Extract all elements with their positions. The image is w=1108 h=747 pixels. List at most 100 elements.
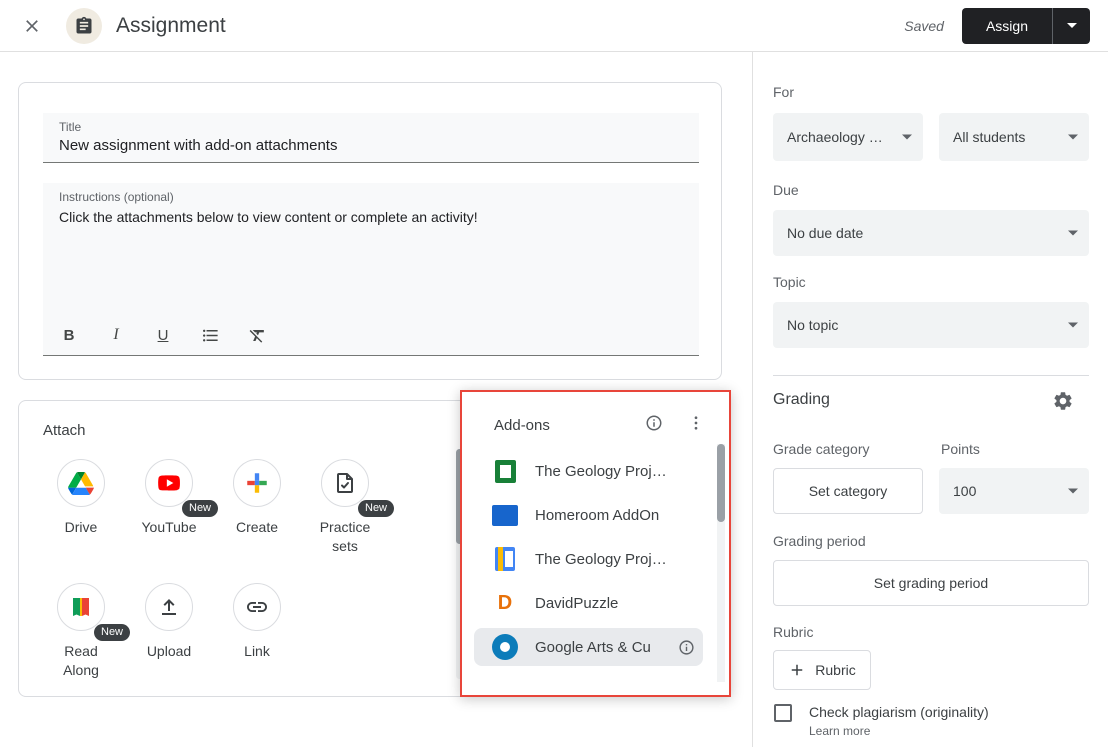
attach-label-create: Create	[213, 518, 301, 537]
attach-option-link: Link	[213, 583, 301, 661]
attach-option-practice-sets: New Practice sets	[301, 459, 389, 556]
plus-icon	[788, 661, 806, 679]
addon-name: Homeroom AddOn	[535, 507, 659, 524]
attach-label-youtube: YouTube	[125, 518, 213, 537]
rubric-button-label: Rubric	[815, 662, 855, 678]
addon-item-geology-project-2[interactable]: The Geology Proj…	[462, 537, 729, 581]
scrollbar-thumb[interactable]	[717, 444, 725, 522]
class-select-value: Archaeology …	[787, 129, 883, 145]
attach-label-link: Link	[213, 642, 301, 661]
topic-select[interactable]: No topic	[773, 302, 1089, 348]
students-select-value: All students	[953, 129, 1025, 145]
info-icon[interactable]	[678, 639, 695, 656]
link-button[interactable]	[233, 583, 281, 631]
drive-button[interactable]	[57, 459, 105, 507]
youtube-button[interactable]	[145, 459, 193, 507]
due-date-value: No due date	[787, 225, 863, 241]
assign-dropdown-button[interactable]	[1052, 8, 1090, 44]
grading-settings-button[interactable]	[1050, 388, 1076, 414]
plagiarism-label: Check plagiarism (originality)	[809, 704, 989, 720]
more-options-icon[interactable]	[687, 414, 705, 437]
points-label: Points	[941, 441, 980, 457]
attach-option-youtube: New YouTube	[125, 459, 213, 537]
addons-list: The Geology Proj… Homeroom AddOn The Geo…	[462, 449, 729, 666]
details-card: Title New assignment with add-on attachm…	[18, 82, 722, 380]
grading-heading: Grading	[773, 391, 830, 409]
addon-item-davidpuzzle[interactable]: D DavidPuzzle	[462, 581, 729, 625]
rubric-label: Rubric	[773, 624, 813, 640]
addon-name: The Geology Proj…	[535, 463, 667, 480]
assign-button[interactable]: Assign	[962, 8, 1052, 44]
upload-icon	[157, 595, 181, 619]
plagiarism-checkbox[interactable]	[774, 704, 792, 722]
formatting-toolbar: B I U	[59, 324, 267, 346]
clipboard-icon	[74, 16, 94, 36]
addons-popup: Add-ons The Geology Proj… Homeroom AddOn…	[460, 390, 731, 697]
due-label: Due	[773, 182, 799, 198]
page-title: Assignment	[116, 14, 226, 38]
bold-icon[interactable]: B	[59, 324, 79, 346]
read-along-icon	[69, 595, 93, 619]
students-select[interactable]: All students	[939, 113, 1089, 161]
addon-item-google-arts-culture[interactable]: Google Arts & Cu	[474, 628, 703, 666]
create-button[interactable]	[233, 459, 281, 507]
title-field-value[interactable]: New assignment with add-on attachments	[59, 137, 683, 154]
addon-name: The Geology Proj…	[535, 551, 667, 568]
link-icon	[245, 595, 269, 619]
addon-name: DavidPuzzle	[535, 595, 618, 612]
upload-button[interactable]	[145, 583, 193, 631]
addons-title: Add-ons	[494, 417, 550, 434]
chevron-down-icon	[1068, 323, 1078, 328]
create-plus-icon	[244, 470, 270, 496]
bulleted-list-icon[interactable]	[200, 324, 220, 346]
learn-more-link[interactable]: Learn more	[809, 724, 870, 738]
saved-status: Saved	[904, 18, 944, 34]
points-value: 100	[953, 483, 976, 499]
set-category-button[interactable]: Set category	[773, 468, 923, 514]
new-badge: New	[358, 500, 394, 517]
underline-icon[interactable]: U	[153, 324, 173, 346]
practice-sets-button[interactable]	[321, 459, 369, 507]
instructions-field[interactable]: Instructions (optional) Click the attach…	[43, 183, 699, 356]
attach-option-drive: Drive	[37, 459, 125, 537]
gear-icon	[1052, 390, 1074, 412]
chevron-down-icon	[1068, 231, 1078, 236]
title-field[interactable]: Title New assignment with add-on attachm…	[43, 113, 699, 163]
grade-category-label: Grade category	[773, 441, 870, 457]
addon-item-homeroom[interactable]: Homeroom AddOn	[462, 493, 729, 537]
set-grading-period-button[interactable]: Set grading period	[773, 560, 1089, 606]
addon-name: Google Arts & Cu	[535, 639, 651, 656]
read-along-button[interactable]	[57, 583, 105, 631]
class-select[interactable]: Archaeology …	[773, 113, 923, 161]
google-arts-culture-icon	[492, 634, 518, 660]
addon-item-geology-project-1[interactable]: The Geology Proj…	[462, 449, 729, 493]
top-bar: Assignment Saved Assign	[0, 0, 1108, 52]
add-rubric-button[interactable]: Rubric	[773, 650, 871, 690]
attach-label-practice-sets: Practice sets	[312, 518, 378, 556]
assignment-type-icon	[66, 8, 102, 44]
attach-option-create: Create	[213, 459, 301, 537]
drive-icon	[68, 472, 94, 495]
close-icon	[22, 16, 42, 36]
points-select[interactable]: 100	[939, 468, 1089, 514]
attach-label-read-along: Read Along	[48, 642, 114, 680]
attach-option-read-along: New Read Along	[37, 583, 125, 680]
italic-icon[interactable]: I	[106, 324, 126, 346]
clear-formatting-icon[interactable]	[247, 324, 267, 346]
for-label: For	[773, 84, 794, 100]
info-icon[interactable]	[645, 414, 663, 437]
addons-scrollbar[interactable]	[717, 444, 725, 682]
due-date-select[interactable]: No due date	[773, 210, 1089, 256]
close-button[interactable]	[18, 12, 46, 40]
grading-period-label: Grading period	[773, 533, 866, 549]
geology-project-icon	[492, 460, 518, 483]
instructions-field-label: Instructions (optional)	[59, 190, 683, 204]
instructions-field-value[interactable]: Click the attachments below to view cont…	[59, 209, 683, 225]
attach-heading: Attach	[43, 422, 86, 439]
practice-sets-icon	[333, 471, 357, 495]
title-field-label: Title	[59, 120, 683, 134]
divider	[773, 375, 1089, 376]
chevron-down-icon	[1068, 489, 1078, 494]
attach-option-upload: Upload	[125, 583, 213, 661]
youtube-icon	[156, 470, 182, 496]
